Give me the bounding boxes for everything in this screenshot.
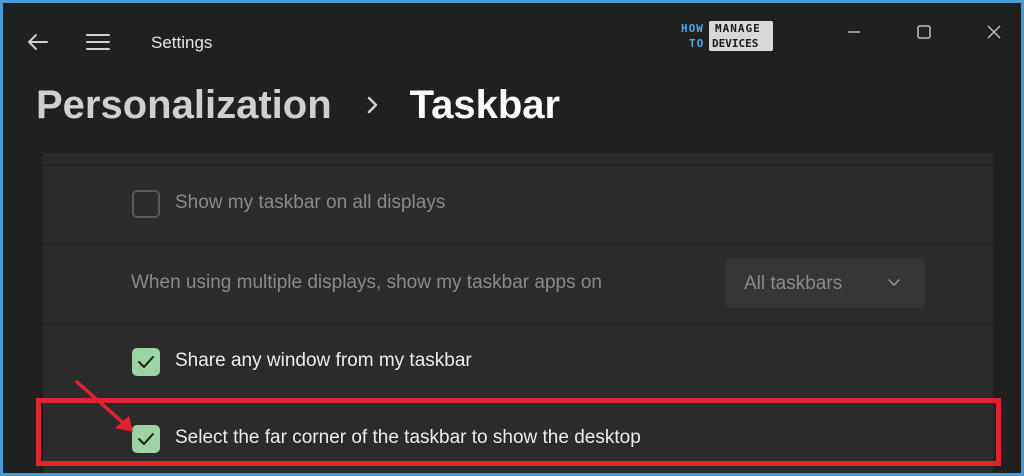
annotation-arrow-icon xyxy=(75,380,133,432)
maximize-button[interactable] xyxy=(909,17,939,47)
title-bar: Settings HOW TO MANAGE DEVICES xyxy=(3,3,1021,81)
logo-text-how: HOW xyxy=(681,22,704,35)
breadcrumb: Personalization Taskbar xyxy=(36,77,560,133)
close-button[interactable] xyxy=(979,17,1009,47)
settings-window: Settings HOW TO MANAGE DEVICES Personali… xyxy=(3,3,1021,473)
breadcrumb-parent[interactable]: Personalization xyxy=(36,83,332,128)
annotation-highlight-box xyxy=(36,398,1001,466)
minimize-button[interactable] xyxy=(839,17,869,47)
logo-text-to: TO xyxy=(689,37,705,50)
share-window-label: Share any window from my taskbar xyxy=(175,350,472,371)
back-arrow-icon xyxy=(28,34,48,50)
chevron-right-icon xyxy=(358,77,388,133)
app-title: Settings xyxy=(151,33,213,52)
setting-row-multi-display-apps: When using multiple displays, show my ta… xyxy=(43,243,993,322)
logo-text-devices: DEVICES xyxy=(712,37,759,50)
navigation-menu-button[interactable] xyxy=(85,29,111,55)
show-all-displays-checkbox[interactable] xyxy=(132,190,160,218)
page-title: Taskbar xyxy=(409,82,561,127)
show-all-displays-label: Show my taskbar on all displays xyxy=(175,192,446,213)
back-button[interactable] xyxy=(25,29,51,55)
chevron-down-icon xyxy=(885,274,903,292)
multi-display-apps-label: When using multiple displays, show my ta… xyxy=(131,272,603,293)
logo-text-manage: MANAGE xyxy=(715,22,761,35)
setting-row-show-all-displays: Show my taskbar on all displays xyxy=(43,165,993,242)
howtomanagedevices-logo: HOW TO MANAGE DEVICES xyxy=(679,19,775,55)
taskbar-apps-dropdown[interactable]: All taskbars xyxy=(725,258,925,308)
minimize-icon xyxy=(848,31,860,33)
hamburger-icon xyxy=(86,34,110,50)
close-icon xyxy=(987,25,1001,39)
share-window-checkbox[interactable] xyxy=(132,348,160,376)
setting-row-share-window: Share any window from my taskbar xyxy=(43,323,993,400)
maximize-icon xyxy=(917,25,931,39)
checkmark-icon xyxy=(138,356,154,368)
dropdown-selected-value: All taskbars xyxy=(744,273,843,294)
